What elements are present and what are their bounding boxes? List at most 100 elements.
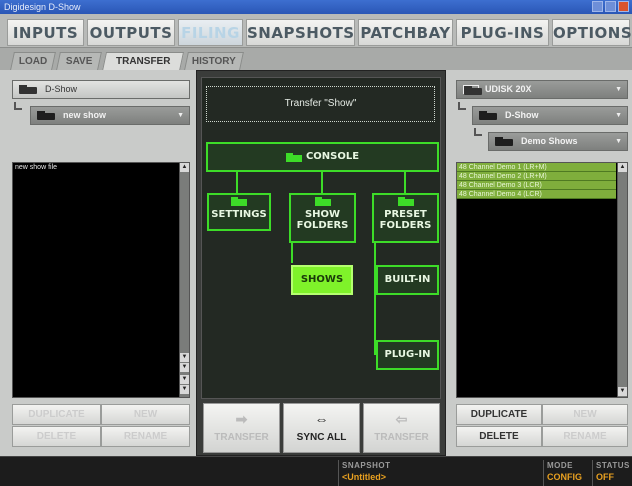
- disk-folder-select[interactable]: D-Show ▼: [472, 106, 628, 125]
- list-item[interactable]: new show file: [13, 163, 189, 172]
- new-button[interactable]: NEW: [101, 404, 190, 425]
- built-in-node[interactable]: BUILT-IN: [376, 265, 439, 295]
- show-folders-label-2: FOLDERS: [296, 220, 349, 231]
- transfer-left-button[interactable]: ➡ TRANSFER: [203, 403, 280, 453]
- show-folders-label-1: SHOW: [304, 209, 341, 220]
- tree-line: [374, 243, 376, 355]
- tab-options[interactable]: OPTIONS: [552, 19, 632, 46]
- scroll-down-icon[interactable]: ▼: [618, 387, 627, 396]
- preset-folders-label-1: PRESET: [384, 209, 427, 220]
- tab-plug-ins[interactable]: PLUG-INS: [456, 19, 549, 46]
- list-item[interactable]: 48 Channel Demo 4 (LCR): [457, 190, 616, 199]
- divider: [543, 460, 544, 486]
- new-button[interactable]: NEW: [542, 404, 628, 425]
- rename-button[interactable]: RENAME: [101, 426, 190, 447]
- tree-line: [291, 243, 293, 263]
- disk-file-list[interactable]: 48 Channel Demo 1 (LR+M) 48 Channel Demo…: [456, 162, 628, 398]
- tab-inputs[interactable]: INPUTS: [7, 19, 84, 46]
- tree-line: [321, 172, 323, 194]
- console-folder-select[interactable]: new show ▼: [30, 106, 190, 125]
- tab-history[interactable]: HISTORY: [184, 52, 244, 70]
- tab-history-label: HISTORY: [191, 56, 236, 67]
- window-title: Digidesign D-Show: [4, 2, 81, 12]
- mode-label: MODE: [547, 461, 573, 470]
- folder-icon: [397, 197, 414, 206]
- close-icon[interactable]: [618, 1, 629, 12]
- tab-save-label: SAVE: [65, 56, 93, 67]
- sync-all-button[interactable]: ⇔ SYNC ALL: [283, 403, 360, 453]
- delete-button[interactable]: DELETE: [12, 426, 101, 447]
- scroll-down-icon[interactable]: ▼: [180, 385, 189, 394]
- window-titlebar: Digidesign D-Show: [0, 0, 632, 14]
- shows-node[interactable]: SHOWS: [291, 265, 353, 295]
- transfer-right-label: TRANSFER: [374, 432, 429, 443]
- folder-icon: [285, 152, 302, 162]
- divider: [338, 460, 339, 486]
- scrollbar[interactable]: ▲ ▼: [617, 163, 627, 397]
- status-label: STATUS: [596, 461, 630, 470]
- snapshot-value: <Untitled>: [342, 472, 387, 482]
- tree-line: [236, 172, 238, 194]
- tab-transfer[interactable]: TRANSFER: [101, 52, 185, 71]
- scroll-down-icon[interactable]: ▼: [180, 363, 189, 372]
- scroll-up-icon[interactable]: ▲: [180, 163, 189, 172]
- tab-save[interactable]: SAVE: [56, 52, 102, 70]
- scrollbar[interactable]: ▲ ▼ ▼ ▼ ▼: [179, 163, 189, 397]
- drive-icon: [19, 85, 39, 95]
- tree-branch-icon: [458, 102, 466, 110]
- scroll-up-icon[interactable]: ▲: [618, 163, 627, 172]
- disk-folder-label: D-Show: [505, 110, 539, 120]
- preset-folders-node[interactable]: PRESET FOLDERS: [372, 193, 439, 243]
- tab-filing[interactable]: FILING: [178, 19, 243, 46]
- console-location[interactable]: D-Show: [12, 80, 190, 99]
- transfer-title: Transfer "Show": [206, 86, 435, 122]
- tab-load[interactable]: LOAD: [10, 52, 56, 70]
- drive-select[interactable]: UDISK 20X ▼: [456, 80, 628, 99]
- tree-branch-icon: [474, 128, 482, 136]
- chevron-down-icon: ▼: [615, 112, 622, 119]
- list-item[interactable]: 48 Channel Demo 2 (LR+M): [457, 172, 616, 181]
- show-folders-node[interactable]: SHOW FOLDERS: [289, 193, 356, 243]
- list-item[interactable]: 48 Channel Demo 1 (LR+M): [457, 163, 616, 172]
- folder-icon: [479, 111, 499, 121]
- delete-button[interactable]: DELETE: [456, 426, 542, 447]
- console-location-label: D-Show: [45, 84, 78, 94]
- disk-subfolder-label: Demo Shows: [521, 136, 578, 146]
- drive-label: UDISK 20X: [485, 84, 532, 94]
- preset-folders-label-2: FOLDERS: [379, 220, 432, 231]
- settings-node-label: SETTINGS: [211, 209, 267, 220]
- snapshot-label: SNAPSHOT: [342, 461, 391, 470]
- transfer-left-label: TRANSFER: [214, 432, 269, 443]
- disk-panel: UDISK 20X ▼ D-Show ▼ Demo Shows ▼ 48 Channe…: [446, 70, 632, 456]
- list-item[interactable]: 48 Channel Demo 3 (LCR): [457, 181, 616, 190]
- plug-in-node[interactable]: PLUG-IN: [376, 340, 439, 370]
- duplicate-button[interactable]: DUPLICATE: [456, 404, 542, 425]
- arrow-both-icon: ⇔: [314, 411, 329, 427]
- maximize-icon[interactable]: [605, 1, 616, 12]
- tab-patchbay[interactable]: PATCHBAY: [358, 19, 453, 46]
- rename-button[interactable]: RENAME: [542, 426, 628, 447]
- tree-branch-icon: [14, 102, 22, 110]
- folder-icon: [314, 197, 331, 206]
- disk-subfolder-select[interactable]: Demo Shows ▼: [488, 132, 628, 151]
- settings-node[interactable]: SETTINGS: [207, 193, 271, 231]
- folder-icon: [37, 111, 57, 121]
- folder-icon: [231, 197, 247, 206]
- window-controls: [592, 1, 629, 12]
- chevron-down-icon: ▼: [615, 138, 622, 145]
- arrow-left-icon: ⇦: [395, 411, 408, 427]
- console-node[interactable]: CONSOLE: [206, 142, 439, 172]
- console-file-list[interactable]: new show file ▲ ▼ ▼ ▼ ▼: [12, 162, 190, 398]
- sub-tab-bar: LOAD SAVE TRANSFER HISTORY: [0, 48, 632, 71]
- scroll-down-icon[interactable]: ▼: [180, 353, 189, 362]
- scroll-down-icon[interactable]: ▼: [180, 375, 189, 384]
- sync-all-label: SYNC ALL: [296, 432, 347, 443]
- console-folder-label: new show: [63, 110, 107, 120]
- minimize-icon[interactable]: [592, 1, 603, 12]
- transfer-right-button[interactable]: ⇦ TRANSFER: [363, 403, 440, 453]
- tab-snapshots[interactable]: SNAPSHOTS: [246, 19, 355, 46]
- arrow-right-icon: ➡: [235, 411, 248, 427]
- duplicate-button[interactable]: DUPLICATE: [12, 404, 101, 425]
- chevron-down-icon: ▼: [615, 86, 622, 93]
- tab-outputs[interactable]: OUTPUTS: [87, 19, 175, 46]
